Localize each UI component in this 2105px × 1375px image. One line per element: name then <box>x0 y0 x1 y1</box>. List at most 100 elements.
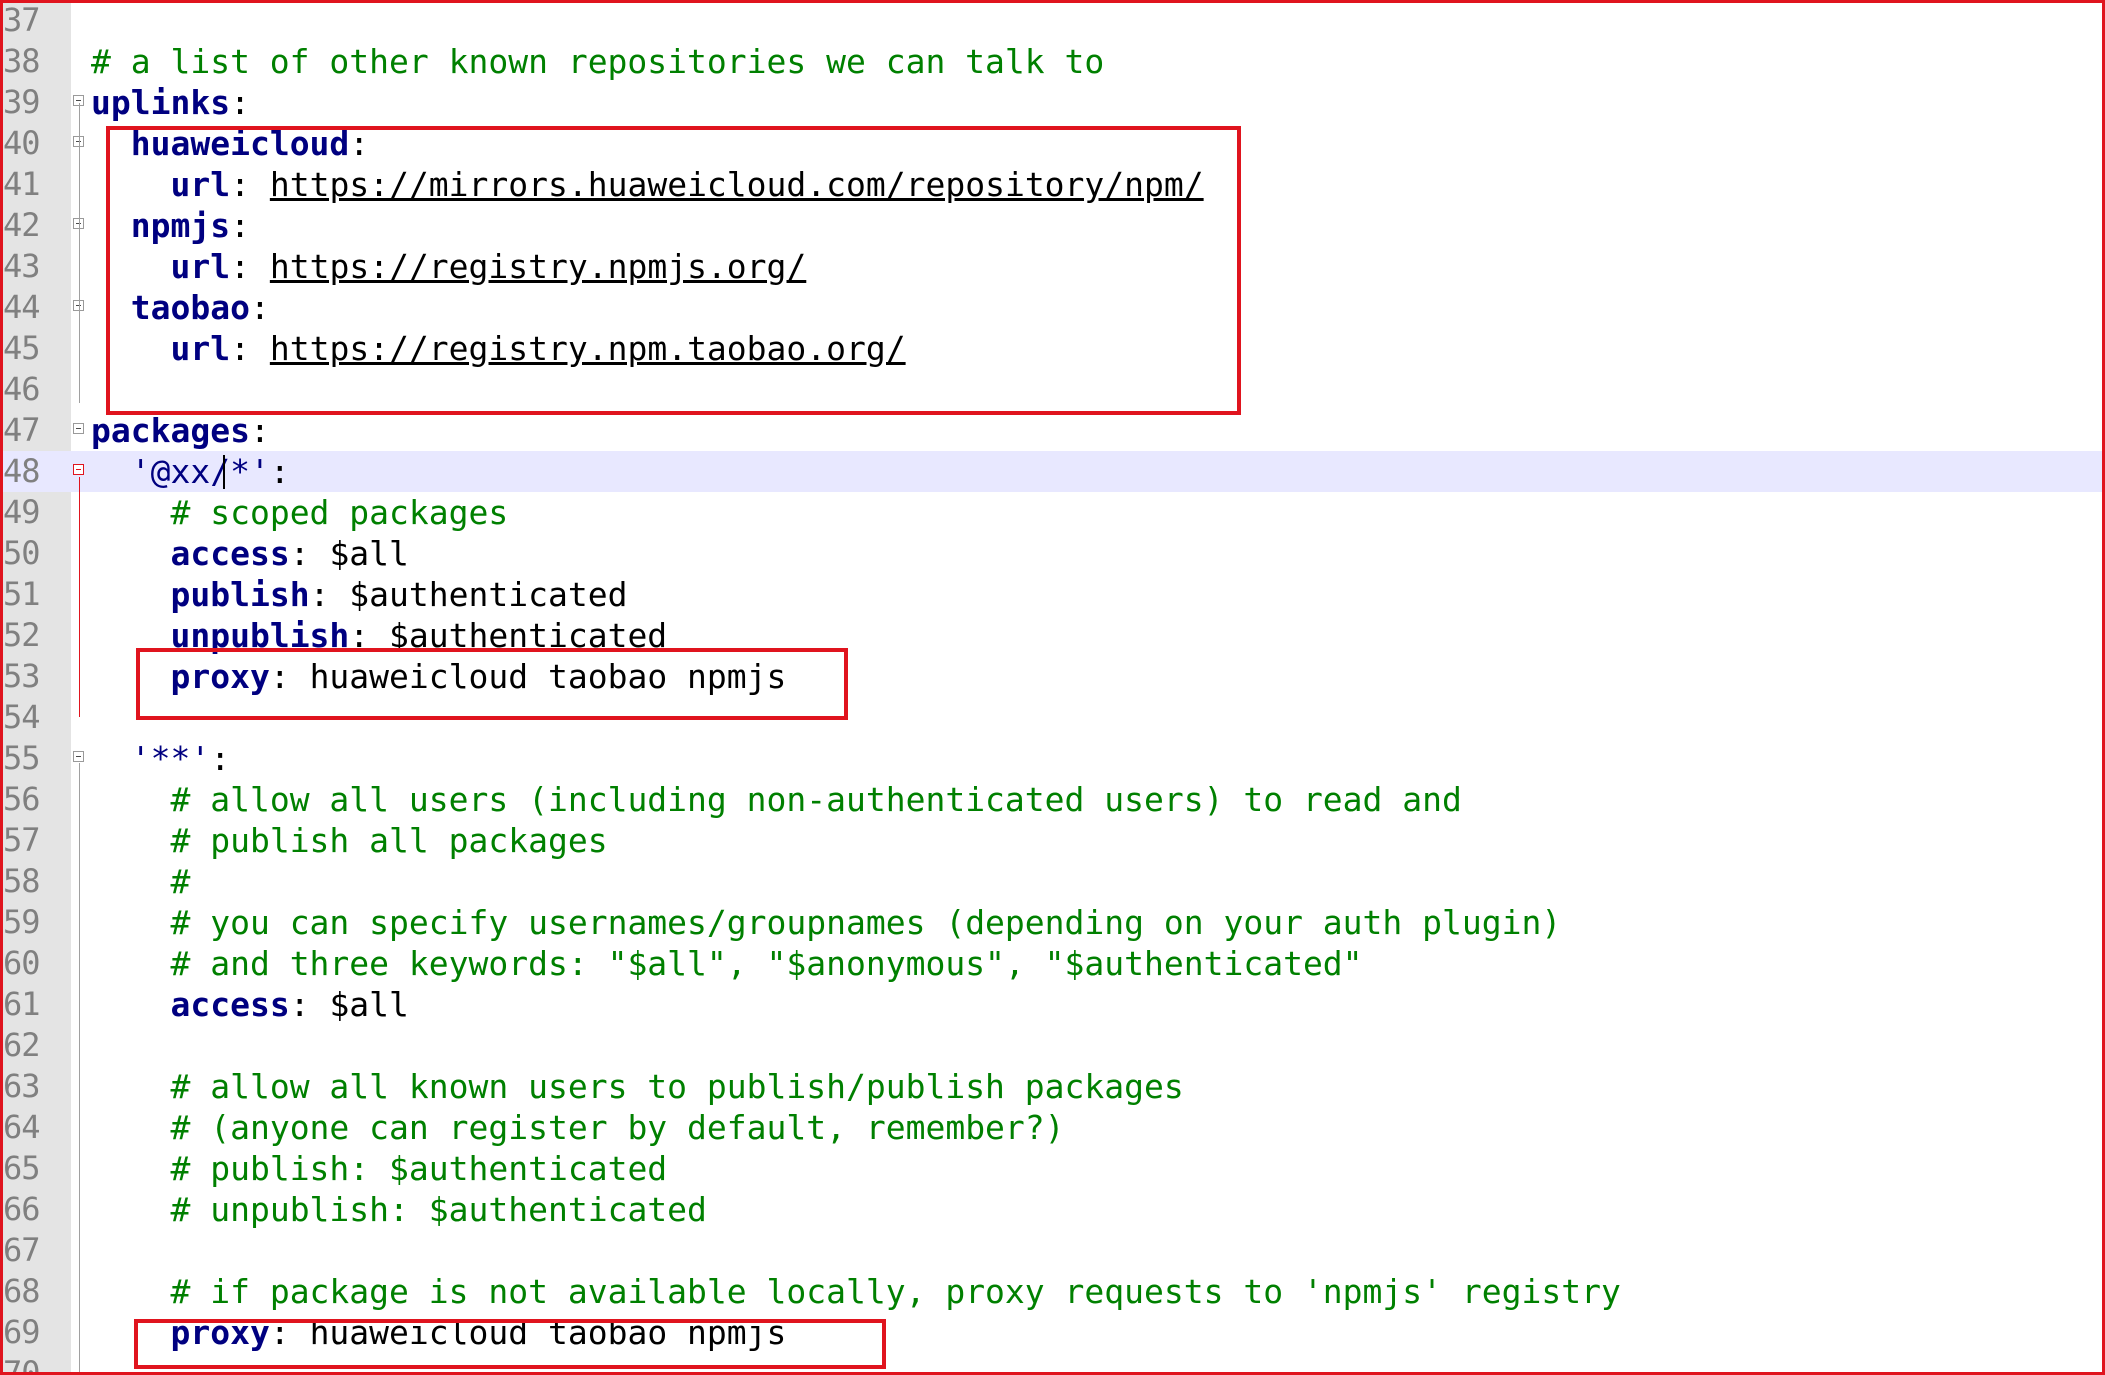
line-number: 38 <box>3 42 41 80</box>
code-line[interactable]: 60 # and three keywords: "$all", "$anony… <box>3 943 2102 984</box>
line-number: 66 <box>3 1190 41 1228</box>
line-number: 39 <box>3 83 41 121</box>
fold-guide-scoped <box>79 477 80 717</box>
code-token: : $all <box>289 985 409 1024</box>
code-line[interactable]: 59 # you can specify usernames/groupname… <box>3 902 2102 943</box>
line-number: 62 <box>3 1026 41 1064</box>
line-number: 70 <box>3 1354 41 1375</box>
line-number: 63 <box>3 1067 41 1105</box>
line-number: 67 <box>3 1231 41 1269</box>
code-line[interactable]: 38 # a list of other known repositories w… <box>3 41 2102 82</box>
comment-text: # publish: $authenticated <box>170 1149 668 1188</box>
code-text: publish: $authenticated <box>91 574 627 615</box>
code-line[interactable]: 68 # if package is not available locally… <box>3 1271 2102 1312</box>
code-line[interactable]: 65 # publish: $authenticated <box>3 1148 2102 1189</box>
code-line[interactable]: 64 # (anyone can register by default, re… <box>3 1107 2102 1148</box>
highlight-uplinks-box <box>106 126 1241 415</box>
line-number: 44 <box>3 288 41 326</box>
code-line[interactable]: 57 # publish all packages <box>3 820 2102 861</box>
line-number: 64 <box>3 1108 41 1146</box>
fold-toggle-icon[interactable] <box>73 423 84 434</box>
code-text: # publish all packages <box>91 820 607 861</box>
code-line[interactable]: 51 publish: $authenticated <box>3 574 2102 615</box>
yaml-key: uplinks <box>91 83 231 122</box>
code-text: # allow all known users to publish/publi… <box>91 1066 1184 1107</box>
code-line[interactable]: 47 packages: <box>3 410 2102 451</box>
line-number: 59 <box>3 903 41 941</box>
code-text: # if package is not available locally, p… <box>91 1271 1621 1312</box>
line-number: 50 <box>3 534 41 572</box>
line-number: 60 <box>3 944 41 982</box>
line-number: 46 <box>3 370 41 408</box>
yaml-key: publish <box>170 575 310 614</box>
code-line[interactable]: 63 # allow all known users to publish/pu… <box>3 1066 2102 1107</box>
code-line[interactable]: 66 # unpublish: $authenticated <box>3 1189 2102 1230</box>
line-number: 69 <box>3 1313 41 1351</box>
line-number: 42 <box>3 206 41 244</box>
code-line[interactable]: 49 # scoped packages <box>3 492 2102 533</box>
line-number: 49 <box>3 493 41 531</box>
line-number: 68 <box>3 1272 41 1310</box>
code-text: # and three keywords: "$all", "$anonymou… <box>91 943 1363 984</box>
code-text: '**': <box>91 738 230 779</box>
line-number: 45 <box>3 329 41 367</box>
yaml-key: access <box>170 534 290 573</box>
line-number: 52 <box>3 616 41 654</box>
comment-text: # unpublish: $authenticated <box>170 1190 707 1229</box>
line-number: 40 <box>3 124 41 162</box>
code-text: # allow all users (including non-authent… <box>91 779 1462 820</box>
highlight-scoped-proxy-box <box>136 648 848 720</box>
comment-text: # and three keywords: "$all", "$anonymou… <box>170 944 1363 983</box>
code-line[interactable]: 56 # allow all users (including non-auth… <box>3 779 2102 820</box>
fold-guide-all <box>79 763 80 1372</box>
code-text: # publish: $authenticated <box>91 1148 667 1189</box>
code-text: access: $all <box>91 533 409 574</box>
code-line[interactable]: 39 uplinks: <box>3 82 2102 123</box>
editor-window: 37 38 # a list of other known repositories… <box>0 0 2105 1375</box>
code-token: '**' <box>130 739 211 778</box>
code-text: # unpublish: $authenticated <box>91 1189 707 1230</box>
code-line[interactable]: 67 <box>3 1230 2102 1271</box>
code-line[interactable]: 50 access: $all <box>3 533 2102 574</box>
fold-toggle-icon[interactable] <box>73 464 84 475</box>
text-cursor <box>223 455 225 489</box>
code-token: : <box>230 83 250 122</box>
code-text: access: $all <box>91 984 409 1025</box>
code-line[interactable]: 58 # <box>3 861 2102 902</box>
comment-text: # allow all known users to publish/publi… <box>170 1067 1184 1106</box>
line-number: 41 <box>3 165 41 203</box>
line-number: 53 <box>3 657 41 695</box>
code-line[interactable]: 48 '@xx/*': <box>3 451 2102 492</box>
comment-text: # scoped packages <box>170 493 509 532</box>
code-line[interactable]: 62 <box>3 1025 2102 1066</box>
code-token: : $all <box>289 534 409 573</box>
code-text: uplinks: <box>91 82 250 123</box>
line-number: 48 <box>3 452 41 490</box>
fold-toggle-icon[interactable] <box>73 751 84 762</box>
code-token: : <box>249 411 270 450</box>
code-line[interactable]: 61 access: $all <box>3 984 2102 1025</box>
line-number: 37 <box>3 1 41 39</box>
comment-text: # a list of other known repositories we … <box>91 42 1105 81</box>
comment-text: # if package is not available locally, p… <box>170 1272 1621 1311</box>
code-text: # scoped packages <box>91 492 508 533</box>
line-number: 47 <box>3 411 41 449</box>
code-text: # <box>91 861 190 902</box>
comment-text: # <box>170 862 191 901</box>
comment-text: # allow all users (including non-authent… <box>170 780 1462 819</box>
code-line[interactable]: 37 <box>3 1 2102 41</box>
code-token: : <box>269 452 290 491</box>
yaml-key: packages <box>91 411 250 450</box>
code-line[interactable]: 55 '**': <box>3 738 2102 779</box>
comment-text: # you can specify usernames/groupnames (… <box>170 903 1562 942</box>
